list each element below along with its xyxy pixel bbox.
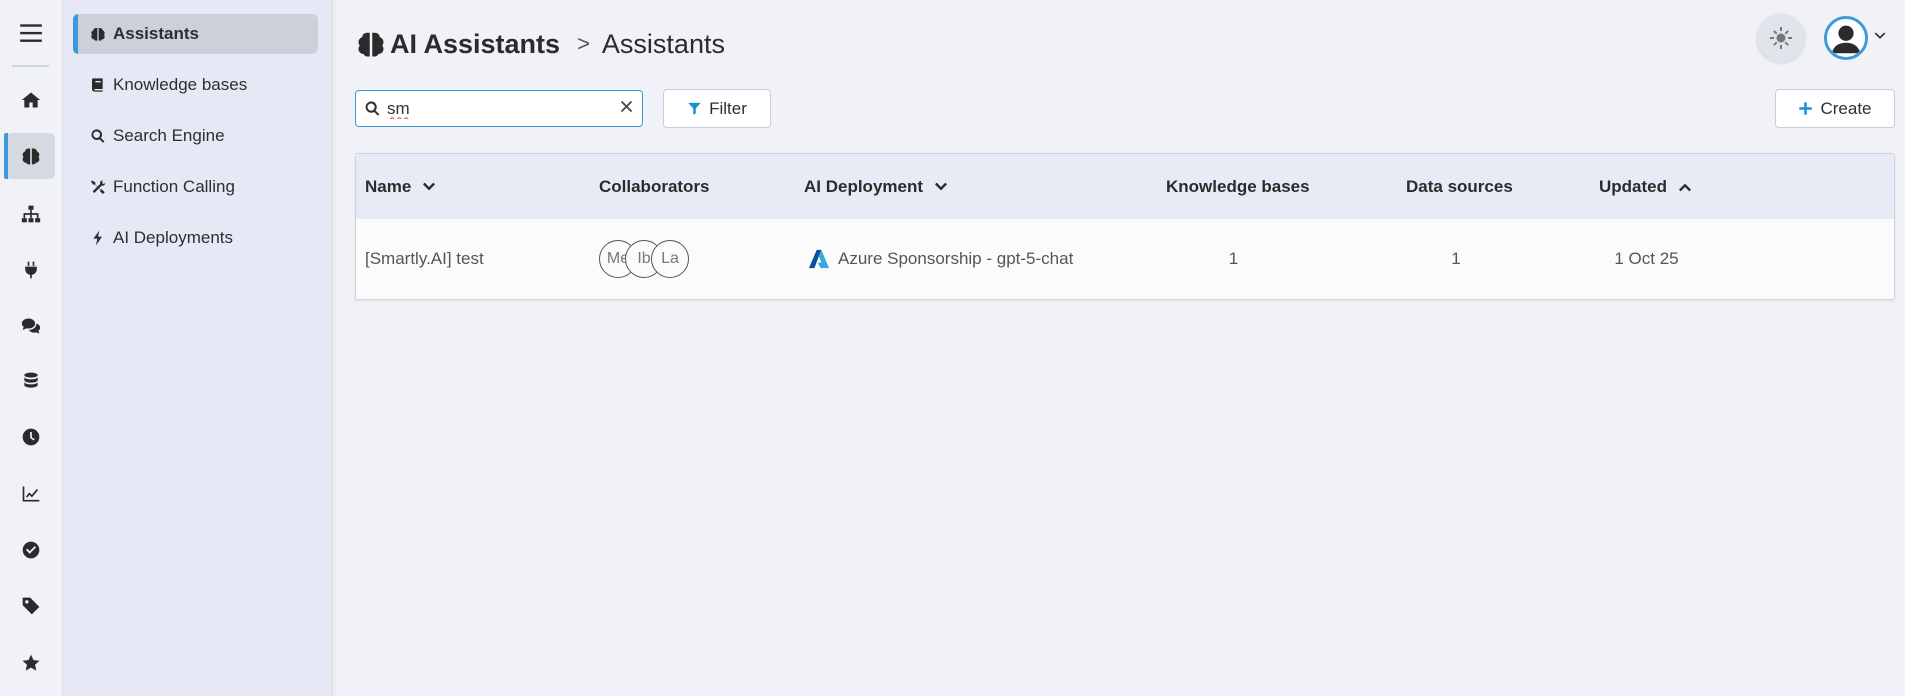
chevron-down-icon [423, 182, 436, 190]
comments-icon[interactable] [6, 303, 55, 349]
assistants-table: Name Collaborators AI Deployment Knowled… [355, 153, 1895, 300]
sidebar-item-assistants[interactable]: Assistants [73, 14, 318, 54]
column-header-updated[interactable]: Updated [1599, 154, 1693, 219]
data-sources-count: 1 [1451, 249, 1461, 268]
clear-search-icon[interactable] [619, 99, 634, 119]
brain-icon [91, 28, 105, 41]
breadcrumb-section[interactable]: AI Assistants [390, 29, 560, 60]
deployment-name: Azure Sponsorship - gpt-5-chat [838, 249, 1074, 268]
sidebar-item-ai-deployments[interactable]: AI Deployments [73, 218, 318, 258]
clock-icon[interactable] [6, 414, 55, 460]
breadcrumb: AI Assistants > Assistants [355, 28, 725, 60]
deployment-cell: Azure Sponsorship - gpt-5-chat [808, 219, 1073, 299]
collaborators-cell: Me Ib La [599, 219, 689, 299]
rail-divider [12, 65, 49, 67]
sidebar-item-label: Assistants [113, 24, 199, 43]
icon-rail [0, 0, 63, 696]
assistant-name-cell[interactable]: [Smartly.AI] test [365, 219, 484, 299]
home-icon[interactable] [6, 77, 55, 123]
filter-button[interactable]: Filter [663, 89, 771, 128]
breadcrumb-separator: > [577, 31, 590, 56]
updated-date: 1 Oct 25 [1614, 249, 1679, 268]
filter-icon [688, 102, 701, 115]
database-icon[interactable] [6, 358, 55, 404]
page-title: Assistants [601, 28, 725, 59]
sidebar-item-label: Search Engine [113, 126, 225, 145]
chevron-up-icon [1679, 183, 1691, 191]
tag-icon[interactable] [6, 583, 55, 629]
search-icon [91, 129, 105, 143]
knowledge-bases-count: 1 [1228, 249, 1239, 268]
brain-icon [358, 32, 384, 57]
search-input[interactable] [387, 98, 619, 119]
tools-icon [91, 180, 106, 194]
sun-icon [1770, 27, 1792, 49]
user-menu[interactable] [1824, 16, 1887, 60]
star-icon[interactable] [6, 640, 55, 686]
chart-line-icon[interactable] [6, 471, 55, 517]
create-button[interactable]: Create [1775, 89, 1895, 128]
sidebar-item-function-calling[interactable]: Function Calling [73, 167, 318, 207]
search-box [355, 90, 643, 127]
column-header-data-sources: Data sources [1406, 176, 1513, 196]
check-circle-icon[interactable] [6, 527, 55, 573]
brain-icon[interactable] [4, 133, 55, 179]
theme-toggle-button[interactable] [1757, 14, 1805, 62]
collaborator-avatar[interactable]: La [651, 240, 689, 278]
column-header-collaborators: Collaborators [599, 176, 710, 196]
column-header-knowledge-bases: Knowledge bases [1166, 176, 1310, 196]
table-header: Name Collaborators AI Deployment Knowled… [356, 154, 1894, 219]
sidebar-item-label: Knowledge bases [113, 75, 248, 94]
sidebar-item-knowledge-bases[interactable]: Knowledge bases [73, 65, 318, 105]
chevron-down-icon [935, 182, 948, 190]
sidebar-item-search-engine[interactable]: Search Engine [73, 116, 318, 156]
bolt-icon [93, 230, 102, 246]
avatar[interactable] [1824, 16, 1868, 60]
menu-icon[interactable] [6, 10, 55, 56]
search-icon [365, 101, 380, 116]
column-header-ai-deployment[interactable]: AI Deployment [804, 154, 949, 219]
azure-icon [808, 249, 830, 269]
column-header-name[interactable]: Name [365, 154, 437, 219]
plug-icon[interactable] [6, 247, 55, 293]
chevron-down-icon[interactable] [1868, 29, 1887, 48]
sidebar-item-label: Function Calling [113, 177, 235, 196]
filter-button-label: Filter [709, 98, 747, 118]
book-icon [92, 78, 103, 92]
create-button-label: Create [1820, 98, 1872, 118]
plus-icon [1799, 102, 1813, 115]
main-content: AI Assistants > Assistants Filter Create… [332, 0, 1905, 696]
user-avatar-icon [1827, 19, 1865, 57]
sidebar-item-label: AI Deployments [113, 228, 233, 247]
sub-navigation: Assistants Knowledge bases Search Engine… [63, 0, 332, 696]
sitemap-icon[interactable] [6, 191, 55, 237]
